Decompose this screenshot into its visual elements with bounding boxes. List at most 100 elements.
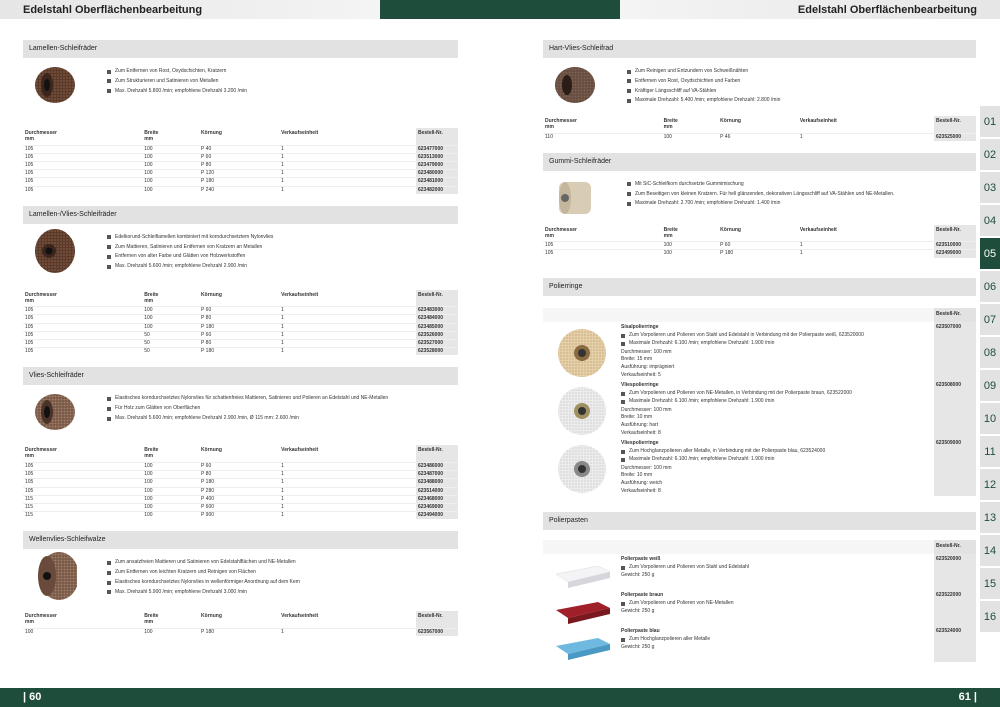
page-number-left: | 60 — [23, 691, 42, 703]
polish-paste-row: Polierpaste braun Zum Vorpolieren und Po… — [543, 589, 976, 626]
cell-width: 100 — [142, 502, 200, 512]
cell-order-no: 623525000 — [934, 132, 976, 141]
product-name: Polierpaste blau — [621, 627, 660, 634]
polish-ring-row: Vliespolierringe Zum Vorpolieren und Pol… — [543, 379, 976, 438]
cell-grit: P 180 — [199, 177, 280, 187]
spec-line: Ausführung: hart — [621, 422, 658, 429]
chapter-tab-13[interactable]: 13 — [980, 502, 1000, 533]
cell-width: 100 — [142, 169, 200, 178]
chapter-tab-15[interactable]: 15 — [980, 568, 1000, 599]
chapter-tab-12[interactable]: 12 — [980, 469, 1000, 500]
cell-diameter: 105 — [23, 160, 143, 170]
footer-bar: | 60 61 | — [0, 688, 1000, 707]
cell-grit: P 40 — [199, 144, 280, 154]
chapter-tab-02[interactable]: 02 — [980, 139, 1000, 170]
cell-diameter: 105 — [23, 169, 143, 178]
cell-diameter: 105 — [23, 144, 143, 154]
cell-order-no: 623486000 — [416, 461, 458, 471]
feature-item: Elastisches korndurchsetztes Nylonvlies … — [107, 394, 388, 404]
section-lamellen-vlies-schleifraeder: Lamellen-/Vlies-Schleifräder Edelkorund-… — [23, 205, 458, 356]
cell-unit: 1 — [279, 347, 416, 356]
col-header-width: Breite mm — [144, 130, 159, 142]
order-number: 623520000 — [934, 553, 976, 590]
spec-table: Durchmesser mm Breite mm Körnung Verkaufse… — [543, 116, 976, 141]
cell-unit: 1 — [279, 330, 416, 340]
table-row: 105 100 P 180 1 623488000 — [23, 478, 458, 488]
cell-unit: 1 — [279, 185, 416, 194]
chapter-tab-14[interactable]: 14 — [980, 535, 1000, 566]
col-header-grit: Körnung — [201, 613, 222, 620]
spec-line: Verkaufseinheit: 8 — [621, 429, 661, 436]
chapter-tab-09[interactable]: 09 — [980, 370, 1000, 401]
col-header-grit: Körnung — [201, 447, 222, 454]
product-name: Sisalpolierringe — [621, 323, 659, 330]
feature-item: Maximale Drehzahl: 6.100 /min; empfohlen… — [621, 456, 934, 464]
feature-item: Kräftiger Längsschliff auf VA-Stählen — [627, 87, 780, 97]
col-header-width: Breite mm — [663, 226, 678, 239]
product-info: Edelkorund-Schleiflamellen kombiniert mi… — [23, 224, 458, 290]
feature-item: Entfernen von Rost, Oxydschichten und Fa… — [627, 77, 780, 87]
chapter-tab-10[interactable]: 10 — [980, 403, 1000, 434]
col-header-width: Breite mm — [144, 291, 159, 304]
section-polierpasten: Polierpasten Bestell-Nr. Polierpaste wei… — [543, 511, 976, 662]
table-row: 105 100 P 180 1 623499000 — [543, 249, 976, 258]
cell-width: 100 — [142, 160, 200, 170]
chapter-tab-07[interactable]: 07 — [980, 304, 1000, 335]
polish-paste-header: Bestell-Nr. — [543, 539, 976, 554]
chapter-tab-04[interactable]: 04 — [980, 205, 1000, 236]
col-header-diameter: Durchmesser mm — [545, 118, 577, 130]
cell-order-no: 623528000 — [416, 347, 458, 356]
chapter-tab-05[interactable]: 05 — [980, 238, 1000, 269]
col-header-order-no: Bestell-Nr. — [934, 224, 976, 242]
chapter-tab-16[interactable]: 16 — [980, 601, 1000, 632]
spec-line: Durchmesser: 100 mm — [621, 406, 672, 413]
cell-order-no: 623484000 — [416, 314, 458, 324]
polish-paste-details: Polierpaste braun Zum Vorpolieren und Po… — [621, 590, 934, 626]
cell-unit: 1 — [279, 461, 416, 471]
cell-diameter: 105 — [23, 470, 143, 479]
cell-unit: 1 — [279, 306, 416, 315]
cell-width: 100 — [142, 511, 200, 520]
table-row: 110 100 P 46 1 623525000 — [543, 132, 976, 141]
section-title: Wellenvlies-Schleifwalze — [23, 531, 458, 550]
rubber-wheel-image — [553, 178, 597, 218]
feature-item: Zum Vorpolieren und Polieren von Stahl u… — [621, 564, 934, 572]
col-header-diameter: Durchmesser mm — [545, 226, 577, 239]
product-info: Elastisches korndurchsetztes Nylonvlies … — [23, 385, 458, 445]
cell-order-no: 623527000 — [416, 339, 458, 348]
col-header-diameter: Durchmesser mm — [25, 447, 57, 460]
cell-diameter: 105 — [23, 486, 143, 496]
cell-diameter: 105 — [23, 330, 143, 340]
table-row: 105 100 P 60 1 623513000 — [23, 152, 458, 162]
spec-table: Durchmesser mm Breite mm Körnung Verkaufse… — [23, 611, 458, 637]
section-title: Vlies-Schleifräder — [23, 367, 458, 386]
feature-item: Zum Entfernen von Rost, Oxydschichten, K… — [107, 67, 247, 77]
feature-item: Maximale Drehzahl: 6.100 /min; empfohlen… — [621, 398, 934, 406]
col-header-width: Breite mm — [663, 118, 678, 130]
order-number: 623509000 — [934, 437, 976, 496]
spec-line: Verkaufseinheit: 8 — [621, 487, 661, 494]
left-column: Lamellen-Schleifräder Zum Entfernen von … — [23, 40, 458, 637]
cell-width: 100 — [142, 185, 200, 194]
chapter-tab-11[interactable]: 11 — [980, 436, 1000, 467]
cell-order-no: 623469000 — [416, 502, 458, 512]
col-header-order-no: Bestell-Nr. — [416, 128, 458, 145]
col-header-unit: Verkaufseinheit — [281, 613, 319, 620]
chapter-tab-03[interactable]: 03 — [980, 172, 1000, 203]
table-row: 115 100 P 900 1 623494000 — [23, 511, 458, 520]
table-row: 105 100 P 180 1 623481000 — [23, 177, 458, 187]
chapter-tab-01[interactable]: 01 — [980, 106, 1000, 137]
cell-grit: P 120 — [199, 169, 280, 178]
spec-line: Gewicht: 250 g — [621, 572, 655, 579]
cell-width: 100 — [142, 627, 200, 637]
cell-width: 50 — [142, 330, 200, 340]
cell-order-no: 623487000 — [416, 470, 458, 479]
chapter-tab-08[interactable]: 08 — [980, 337, 1000, 368]
section-title: Hart-Vlies-Schleifrad — [543, 40, 976, 58]
cell-unit: 1 — [279, 152, 416, 162]
feature-item: Max. Drehzahl 5.600 /min; empfohlene Dre… — [107, 262, 273, 272]
polish-ring-details: Vliespolierringe Zum Vorpolieren und Pol… — [621, 380, 934, 438]
chapter-tab-06[interactable]: 06 — [980, 271, 1000, 302]
section-wellenvlies-schleifwalze: Wellenvlies-Schleifwalze Zum ansatzfreie… — [23, 531, 458, 637]
page-number-right: 61 | — [958, 691, 977, 703]
